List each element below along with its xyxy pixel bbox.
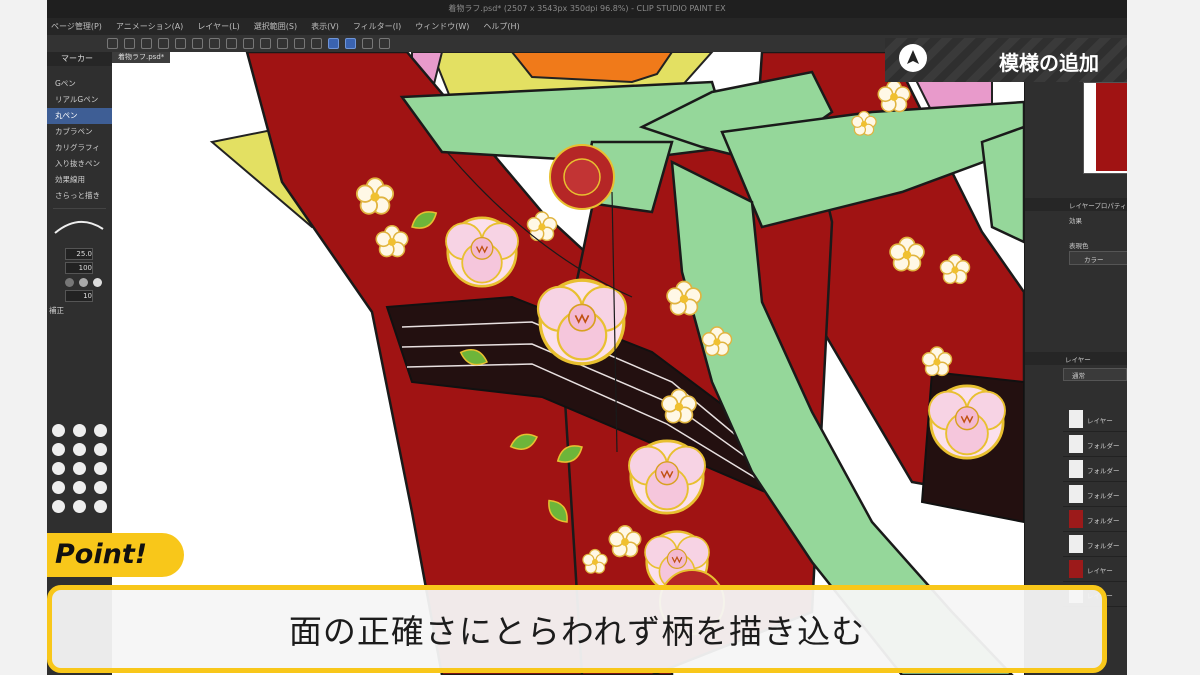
menu-layer[interactable]: レイヤー(L) bbox=[197, 18, 239, 35]
navigator-thumbnail[interactable] bbox=[1083, 82, 1127, 174]
ruler-snap-icon[interactable] bbox=[345, 38, 356, 49]
brush-size-preset[interactable] bbox=[51, 462, 65, 475]
stabilization-row[interactable]: 10 bbox=[47, 289, 112, 303]
open-file-icon[interactable] bbox=[124, 38, 135, 49]
correction-label: 補正 bbox=[49, 306, 64, 315]
transform-icon[interactable] bbox=[260, 38, 271, 49]
brush-size-preset[interactable] bbox=[93, 424, 107, 437]
clip-studio-window: 着物ラフ.psd* (2507 x 3543px 350dpi 96.8%) -… bbox=[47, 0, 1127, 675]
redo-icon[interactable] bbox=[192, 38, 203, 49]
kimono-artwork bbox=[209, 52, 1024, 675]
brush-size-presets bbox=[49, 424, 109, 513]
stabilization-value[interactable]: 10 bbox=[65, 290, 93, 302]
layer-row[interactable]: フォルダー bbox=[1063, 457, 1127, 482]
menu-bar: ページ管理(P) アニメーション(A) レイヤー(L) 選択範囲(S) 表示(V… bbox=[47, 18, 1127, 35]
special-ruler-icon[interactable] bbox=[379, 38, 390, 49]
brush-size-value[interactable]: 25.0 bbox=[65, 248, 93, 260]
brush-size-preset[interactable] bbox=[51, 500, 65, 513]
document-tab[interactable]: 着物ラフ.psd* bbox=[112, 52, 171, 63]
right-panel: レイヤープロパティ 効果 表現色 カラー レイヤー 通常 レイヤー フォルダー … bbox=[1024, 52, 1127, 675]
subtool-item[interactable]: リアルGペン bbox=[47, 92, 112, 108]
menu-help[interactable]: ヘルプ(H) bbox=[483, 18, 519, 35]
opacity-value[interactable]: 100 bbox=[65, 262, 93, 274]
section-title-badge: 模様の追加 bbox=[885, 38, 1127, 82]
expression-color-label: 表現色 bbox=[1069, 242, 1089, 250]
subtool-item[interactable]: 効果線用 bbox=[47, 172, 112, 188]
subtool-item[interactable]: Gペン bbox=[47, 76, 112, 92]
blend-mode-value: 通常 bbox=[1072, 372, 1085, 380]
layers-label: レイヤー bbox=[1065, 356, 1091, 364]
brush-size-preset[interactable] bbox=[72, 481, 86, 494]
crop-icon[interactable] bbox=[311, 38, 322, 49]
brush-size-preset[interactable] bbox=[72, 443, 86, 456]
new-file-icon[interactable] bbox=[107, 38, 118, 49]
brush-size-preset[interactable] bbox=[72, 424, 86, 437]
expression-color-select[interactable]: カラー bbox=[1069, 251, 1127, 265]
point-badge: Point! bbox=[47, 533, 184, 577]
caption-box: 面の正確さにとらわれず柄を描き込む bbox=[47, 585, 1107, 673]
drawing-canvas[interactable] bbox=[112, 52, 1024, 675]
layer-row[interactable]: フォルダー bbox=[1063, 507, 1127, 532]
layer-panel-header: レイヤー bbox=[1025, 352, 1127, 365]
section-title: 模様の追加 bbox=[999, 51, 1099, 75]
menu-filter[interactable]: フィルター(I) bbox=[353, 18, 401, 35]
brush-size-preset[interactable] bbox=[51, 424, 65, 437]
deselect-icon[interactable] bbox=[277, 38, 288, 49]
opacity-row[interactable]: 100 bbox=[47, 261, 112, 275]
page-margin bbox=[1127, 0, 1200, 675]
brush-stroke-preview bbox=[54, 221, 104, 234]
subtool-group-title: マーカー bbox=[47, 52, 112, 66]
undo-icon[interactable] bbox=[175, 38, 186, 49]
subtool-item-selected[interactable]: 丸ペン bbox=[47, 108, 112, 124]
brush-preview bbox=[53, 208, 106, 243]
antialias-weak-icon[interactable] bbox=[79, 277, 88, 287]
antialias-strong-icon[interactable] bbox=[93, 277, 102, 287]
settings-icon[interactable] bbox=[209, 38, 220, 49]
subtool-panel: マーカー Gペン リアルGペン 丸ペン カブラペン カリグラフィ 入り抜きペン … bbox=[47, 52, 113, 675]
brush-size-preset[interactable] bbox=[51, 443, 65, 456]
brush-size-preset[interactable] bbox=[93, 443, 107, 456]
fill-icon[interactable] bbox=[243, 38, 254, 49]
invert-selection-icon[interactable] bbox=[294, 38, 305, 49]
menu-animation[interactable]: アニメーション(A) bbox=[116, 18, 183, 35]
print-icon[interactable] bbox=[158, 38, 169, 49]
antialias-none-icon[interactable] bbox=[65, 277, 74, 287]
blend-mode-select[interactable]: 通常 bbox=[1063, 368, 1127, 381]
layer-row[interactable]: レイヤー bbox=[1063, 557, 1127, 582]
layer-row[interactable]: レイヤー bbox=[1063, 407, 1127, 432]
subtool-item[interactable]: さらっと描き bbox=[47, 188, 112, 204]
layer-row[interactable]: フォルダー bbox=[1063, 482, 1127, 507]
brush-size-row[interactable]: 25.0 bbox=[47, 247, 112, 261]
color-label: カラー bbox=[1084, 256, 1104, 264]
menu-window[interactable]: ウィンドウ(W) bbox=[415, 18, 469, 35]
pen-nib-icon bbox=[899, 44, 927, 72]
clear-icon[interactable] bbox=[226, 38, 237, 49]
grid-snap-icon[interactable] bbox=[362, 38, 373, 49]
menu-page[interactable]: ページ管理(P) bbox=[51, 18, 102, 35]
pen-snap-icon[interactable] bbox=[328, 38, 339, 49]
menu-selection[interactable]: 選択範囲(S) bbox=[254, 18, 297, 35]
brush-size-preset[interactable] bbox=[93, 462, 107, 475]
brush-size-preset[interactable] bbox=[51, 481, 65, 494]
brush-size-preset[interactable] bbox=[93, 500, 107, 513]
layer-property-label: レイヤープロパティ bbox=[1069, 202, 1127, 210]
menu-view[interactable]: 表示(V) bbox=[311, 18, 339, 35]
caption-text: 面の正確さにとらわれず柄を描き込む bbox=[288, 612, 866, 651]
brush-size-preset[interactable] bbox=[93, 481, 107, 494]
layer-property-header: レイヤープロパティ bbox=[1025, 198, 1127, 211]
layer-row[interactable]: フォルダー bbox=[1063, 432, 1127, 457]
effect-label: 効果 bbox=[1069, 217, 1082, 225]
layer-row[interactable]: フォルダー bbox=[1063, 532, 1127, 557]
subtool-item[interactable]: 入り抜きペン bbox=[47, 156, 112, 172]
subtool-item[interactable]: カブラペン bbox=[47, 124, 112, 140]
brush-size-preset[interactable] bbox=[72, 500, 86, 513]
subtool-item[interactable]: カリグラフィ bbox=[47, 140, 112, 156]
window-title: 着物ラフ.psd* (2507 x 3543px 350dpi 96.8%) -… bbox=[47, 0, 1127, 18]
brush-size-preset[interactable] bbox=[72, 462, 86, 475]
anti-alias-row[interactable] bbox=[47, 275, 112, 289]
save-icon[interactable] bbox=[141, 38, 152, 49]
